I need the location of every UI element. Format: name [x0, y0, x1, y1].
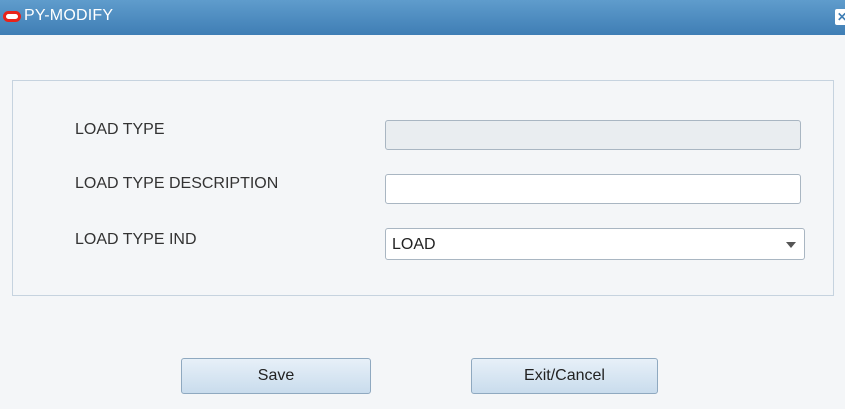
save-button[interactable]: Save	[181, 358, 371, 394]
load-type-description-label: LOAD TYPE DESCRIPTION	[75, 175, 279, 192]
close-icon[interactable]: ✕	[835, 9, 845, 25]
py-modify-dialog: PY-MODIFY ✕ LOAD TYPE LOAD TYPE DESCRIPT…	[0, 0, 845, 409]
load-type-field	[385, 120, 801, 150]
load-type-label: LOAD TYPE	[75, 121, 165, 138]
dropdown-arrow-icon[interactable]	[786, 242, 796, 248]
title-bar: PY-MODIFY ✕	[0, 0, 845, 35]
load-type-description-field[interactable]	[385, 174, 801, 204]
load-type-ind-value: LOAD	[392, 236, 436, 253]
oracle-logo-icon	[3, 11, 21, 22]
window-title: PY-MODIFY	[24, 7, 114, 24]
exit-cancel-button[interactable]: Exit/Cancel	[471, 358, 658, 394]
load-type-ind-select[interactable]: LOAD	[385, 228, 805, 260]
form-panel: LOAD TYPE LOAD TYPE DESCRIPTION LOAD TYP…	[12, 80, 834, 296]
load-type-ind-label: LOAD TYPE IND	[75, 231, 197, 248]
